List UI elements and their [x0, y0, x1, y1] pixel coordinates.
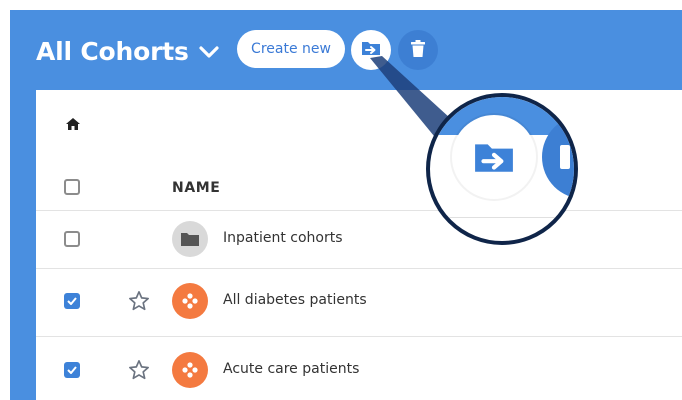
cohort-icon: [172, 283, 208, 319]
cohort-icon: [172, 352, 208, 388]
page-title: All Cohorts: [36, 37, 189, 66]
column-header-name[interactable]: NAME: [172, 180, 220, 196]
divider: [36, 336, 682, 337]
create-new-button[interactable]: Create new: [237, 30, 345, 68]
list-item-label[interactable]: Acute care patients: [223, 361, 359, 377]
row-checkbox[interactable]: [64, 231, 80, 247]
chevron-down-icon: [199, 36, 219, 65]
delete-button[interactable]: [398, 30, 438, 70]
row-checkbox[interactable]: [64, 362, 80, 378]
star-outline-icon[interactable]: [128, 359, 150, 385]
divider: [430, 217, 574, 218]
row-checkbox[interactable]: [64, 293, 80, 309]
header-bar: All Cohorts Create new: [10, 10, 682, 90]
list-item-label[interactable]: Inpatient cohorts: [223, 230, 343, 246]
select-all-checkbox[interactable]: [64, 179, 80, 195]
magnifier-callout: [426, 93, 578, 245]
trash-icon: [411, 39, 425, 61]
cohorts-title-dropdown[interactable]: All Cohorts: [36, 37, 219, 66]
divider: [36, 210, 682, 211]
list-item-label[interactable]: All diabetes patients: [223, 292, 367, 308]
move-to-folder-button[interactable]: [351, 30, 391, 70]
move-to-folder-icon: [361, 40, 381, 60]
magnified-move-to-folder-button: [452, 115, 536, 199]
cohort-list-panel: NAME Inpatient cohorts All diabetes pati…: [36, 90, 682, 400]
folder-icon: [172, 221, 208, 257]
move-to-folder-icon: [475, 144, 513, 172]
divider: [36, 268, 682, 269]
star-outline-icon[interactable]: [128, 290, 150, 316]
home-icon[interactable]: [66, 115, 80, 134]
app-window: All Cohorts Create new NAME Inpatient co…: [10, 10, 682, 400]
